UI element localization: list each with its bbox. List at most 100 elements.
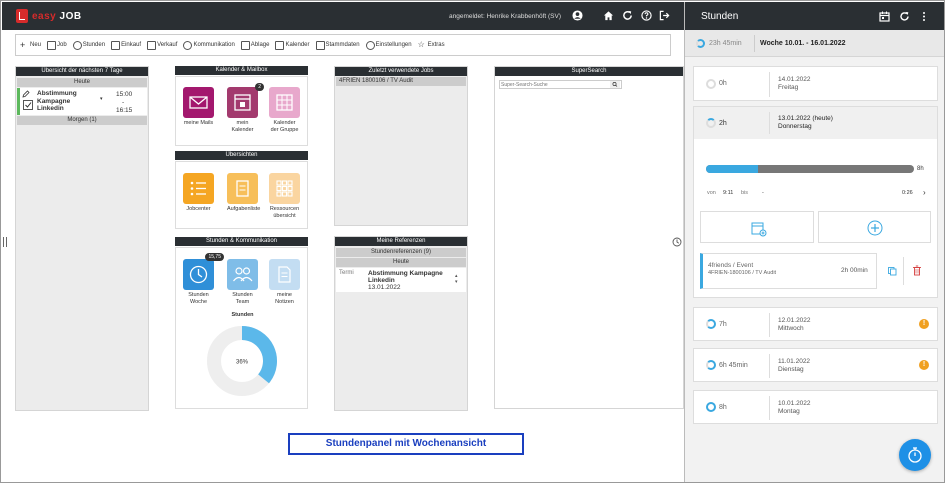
duration-value[interactable]: 0:26 <box>902 190 913 196</box>
refresh-icon[interactable] <box>899 11 910 22</box>
logout-icon[interactable] <box>658 10 670 22</box>
tile-label: Kalender der Gruppe <box>270 120 299 133</box>
day-date: 13.01.2022 (heute) <box>778 115 833 122</box>
calendar-title: Kalender & Mailbox <box>175 66 308 75</box>
reference-title: Abstimmung Kampagne Linkedin <box>368 270 443 284</box>
references-today: Heute <box>336 258 466 267</box>
toolbar-kalender[interactable]: Kalender <box>275 40 310 50</box>
clock-icon[interactable] <box>672 237 682 247</box>
toolbar-kommunikation[interactable]: Kommunikation <box>183 40 235 50</box>
warning-icon[interactable]: ! <box>919 319 929 329</box>
from-value[interactable]: 9:11 <box>723 190 733 196</box>
entry-title: 4friends / Event <box>708 262 754 269</box>
logo-text: easy <box>32 10 57 22</box>
tile-jobcenter[interactable]: Jobcenter <box>183 173 214 213</box>
copy-icon[interactable] <box>887 266 897 276</box>
day-hours: 6h 45min <box>719 362 748 369</box>
edit-icon[interactable] <box>22 90 30 98</box>
home-icon[interactable] <box>602 10 614 22</box>
toolbar-label: Extras <box>427 42 445 48</box>
calendar-tile-icon: 2 <box>227 83 264 118</box>
entry-job: 4FRIEN-1800106 / TV Audit <box>708 270 777 276</box>
stepper-icon[interactable]: ▴ ▾ <box>455 273 458 285</box>
search-input[interactable] <box>501 81 609 88</box>
plus-circle-icon <box>867 220 883 236</box>
calendar-badge: 2 <box>255 83 264 91</box>
reference-label: Termi <box>339 270 354 276</box>
search-icon[interactable] <box>610 81 620 88</box>
help-icon[interactable] <box>640 10 652 22</box>
toolbar-label: Stammdaten <box>325 42 360 48</box>
day-weekday: Montag <box>778 408 800 415</box>
toolbar-label: Ablage <box>250 42 270 48</box>
tile-calendar[interactable]: 2 mein Kalender <box>227 83 264 133</box>
references-sub[interactable]: Stundenreferenzen (9) <box>336 248 466 257</box>
toolbar-ablage[interactable]: Ablage <box>240 40 270 50</box>
stopwatch-icon <box>908 447 922 463</box>
time-entry-card[interactable]: 4friends / Event 4FRIEN-1800106 / TV Aud… <box>700 253 877 289</box>
hours-badge: 15,75 <box>205 253 224 261</box>
tile-label: Stunden Woche <box>188 292 209 305</box>
tile-hours-team[interactable]: Stunden Team <box>227 259 258 305</box>
calendar-icon <box>275 40 285 50</box>
app-logo[interactable]: easy JOB <box>16 9 82 23</box>
toolbar-neu[interactable]: + Neu <box>20 40 42 50</box>
tile-mails[interactable]: meine Mails <box>183 87 214 127</box>
toolbar-stunden[interactable]: Stunden <box>72 40 105 50</box>
chat-icon <box>183 40 193 50</box>
stopwatch-fab-button[interactable] <box>899 439 931 471</box>
toolbar-einkauf[interactable]: Einkauf <box>111 40 141 50</box>
toolbar-label: Neu <box>30 42 42 48</box>
search-title: SuperSearch <box>495 67 683 76</box>
tile-tasks[interactable]: Aufgabenliste <box>227 173 260 213</box>
to-value[interactable]: - <box>762 190 764 196</box>
day-date: 12.01.2022 <box>778 317 811 324</box>
day-date: 10.01.2022 <box>778 400 811 407</box>
star-icon: ☆ <box>417 39 425 49</box>
tile-hours-week[interactable]: 15,75 Stunden Woche <box>183 253 224 305</box>
calendar-icon[interactable] <box>879 11 890 22</box>
day-row-friday[interactable]: 0h 14.01.2022 Freitag <box>693 66 938 101</box>
recent-job-item[interactable]: 4FRIEN 1800106 / TV Audit <box>336 77 466 86</box>
toolbar-einstellungen[interactable]: Einstellungen <box>365 40 412 50</box>
tile-resources[interactable]: Ressourcen übersicht <box>269 173 300 219</box>
day-ring-icon <box>706 360 716 370</box>
lists-title: Übersichten <box>175 151 308 160</box>
day-row-monday[interactable]: 8h 10.01.2022 Montag <box>693 390 938 424</box>
toolbar-job[interactable]: Job <box>47 40 67 50</box>
hours-comm-tiles: 15,75 Stunden Woche Stunden Team meine N… <box>175 247 308 409</box>
toolbar-verkauf[interactable]: Verkauf <box>147 40 177 50</box>
warning-icon[interactable]: ! <box>919 360 929 370</box>
tomorrow-header[interactable]: Morgen (1) <box>17 116 147 125</box>
delete-icon[interactable] <box>912 265 922 276</box>
chevron-right-icon[interactable]: › <box>923 189 926 197</box>
tile-label: meine Mails <box>183 120 214 126</box>
add-button[interactable] <box>818 211 931 243</box>
logo-icon <box>16 9 28 23</box>
day-row-tuesday[interactable]: 6h 45min 11.01.2022 Dienstag ! <box>693 348 938 382</box>
donut-label: 36% <box>236 360 249 366</box>
time-separator: - <box>122 99 125 106</box>
search-box <box>499 80 622 89</box>
day-row-wednesday[interactable]: 7h 12.01.2022 Mittwoch ! <box>693 307 938 341</box>
appointment-item[interactable]: Abstimmung Kampagne Linkedin ▾ 15:00 - 1… <box>17 88 147 115</box>
toolbar-extras[interactable]: ☆ Extras <box>417 39 445 50</box>
more-vertical-icon[interactable] <box>921 11 927 22</box>
overview-title: Übersicht der nächsten 7 Tage <box>16 67 148 76</box>
refresh-icon[interactable] <box>621 10 633 22</box>
chevron-down-icon[interactable]: ▾ <box>100 96 103 102</box>
reference-item[interactable]: Termi Abstimmung Kampagne Linkedin 13.01… <box>336 268 466 292</box>
resize-handle-icon[interactable] <box>3 237 7 247</box>
recent-jobs-panel: Zuletzt verwendete Jobs 4FRIEN 1800106 /… <box>334 66 468 226</box>
calendar-tiles: meine Mails 2 mein Kalender Kalender der… <box>175 76 308 146</box>
day-row-thursday[interactable]: 2h 13.01.2022 (heute) Donnerstag 8h von 9… <box>693 106 938 298</box>
add-entry-button[interactable] <box>700 211 814 243</box>
task-tile-icon <box>227 173 258 204</box>
tile-group-calendar[interactable]: Kalender der Gruppe <box>269 87 300 133</box>
user-icon[interactable] <box>571 10 583 22</box>
checkbox-icon[interactable] <box>23 100 33 110</box>
toolbar-stammdaten[interactable]: Stammdaten <box>315 40 360 50</box>
main-toolbar: + Neu Job Stunden Einkauf Verkauf Kommunikatio… <box>15 34 671 56</box>
time-end: 16:15 <box>116 107 133 114</box>
tile-notes[interactable]: meine Notizen <box>269 259 300 305</box>
